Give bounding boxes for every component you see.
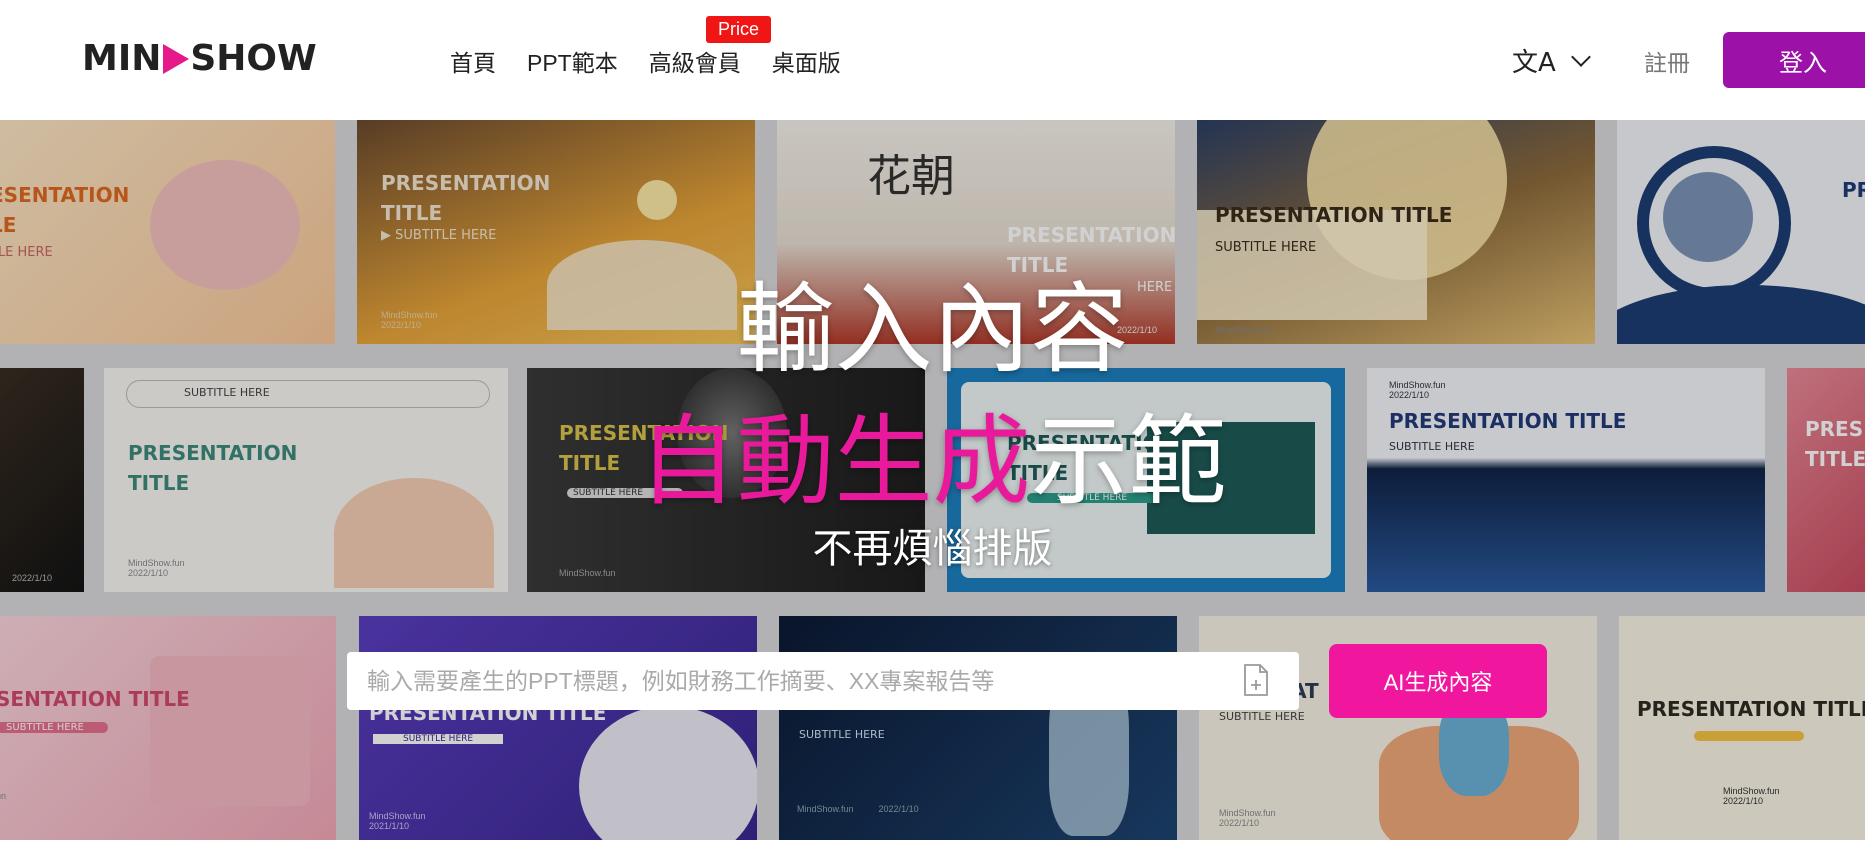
logo-text-left: MIN — [82, 38, 162, 79]
nav-home[interactable]: 首頁 — [450, 44, 496, 78]
prompt-input-box — [347, 652, 1299, 710]
play-icon — [163, 43, 190, 74]
ppt-title-input[interactable] — [365, 666, 1229, 696]
hero-subheadline: 不再煩惱排版 — [812, 526, 1053, 572]
hero-headline-pink: 自動生成 — [638, 405, 1031, 519]
nav-desktop[interactable]: 桌面版 — [772, 44, 841, 78]
translate-icon: 文A — [1512, 48, 1556, 78]
file-add-icon[interactable] — [1243, 664, 1269, 696]
logo-text-right: SHOW — [190, 38, 317, 79]
hero-headline-2: 自動生成示範 — [0, 382, 1865, 524]
language-selector[interactable]: 文A — [1512, 42, 1591, 79]
top-header: MIN SHOW 首頁 PPT範本 高級會員 桌面版 Price 文A 註冊 登入 — [0, 0, 1865, 120]
hero-headline-white: 示範 — [1030, 405, 1227, 519]
ai-generate-button[interactable]: AI生成內容 — [1329, 644, 1547, 718]
price-badge: Price — [706, 16, 772, 43]
login-button[interactable]: 登入 — [1723, 32, 1865, 88]
nav-premium-member[interactable]: 高級會員 — [649, 44, 741, 78]
hero-headline-1: 輸入內容 — [736, 273, 1129, 387]
register-link[interactable]: 註冊 — [1644, 44, 1690, 78]
mindshow-logo[interactable]: MIN SHOW — [82, 38, 317, 79]
main-nav: 首頁 PPT範本 高級會員 桌面版 — [450, 44, 872, 78]
chevron-down-icon — [1570, 46, 1591, 67]
nav-ppt-templates[interactable]: PPT範本 — [527, 44, 618, 78]
